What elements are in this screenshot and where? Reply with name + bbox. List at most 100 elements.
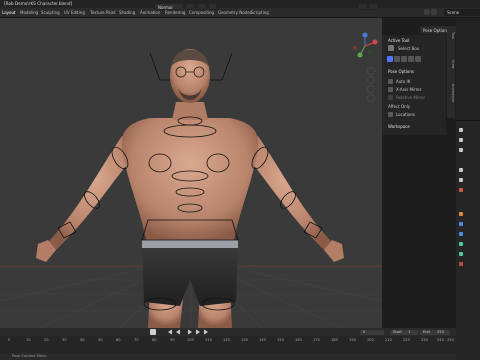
ruler-tick: 60 xyxy=(116,338,121,342)
ruler-tick: 180 xyxy=(331,338,338,342)
status-text: Pose Context Menu xyxy=(12,354,47,358)
tab-uv-editing[interactable]: UV Editing xyxy=(64,10,85,15)
object-properties-icon[interactable] xyxy=(459,212,463,216)
start-frame-field[interactable]: Start 1 xyxy=(390,330,418,335)
tab-layout[interactable]: Layout xyxy=(2,10,16,15)
tool-settings-panel: Active Tool Select Box Pose Options Auto… xyxy=(382,35,446,135)
modifier-properties-icon[interactable] xyxy=(459,222,463,226)
window-title: [Rob Demo\rKS Character.blend] xyxy=(4,1,73,6)
ruler-tick: 220 xyxy=(403,338,410,342)
jump-start-icon xyxy=(168,329,172,335)
locations-label: Locations xyxy=(396,112,416,117)
ruler-tick: 0 xyxy=(8,338,11,342)
ruler-tick: 70 xyxy=(134,338,139,342)
active-tool-heading: Active Tool xyxy=(388,38,410,43)
tab-compositing[interactable]: Compositing xyxy=(189,10,214,15)
snap-button[interactable] xyxy=(197,3,206,10)
ruler-tick: 190 xyxy=(349,338,356,342)
physics-properties-icon[interactable] xyxy=(459,232,463,236)
select-box-icon[interactable] xyxy=(388,45,394,51)
relative-mirror-checkbox[interactable] xyxy=(388,95,393,100)
side-tab-tool[interactable]: Tool xyxy=(447,32,455,39)
end-frame-field[interactable]: End 250 xyxy=(420,330,450,335)
data-properties-icon[interactable] xyxy=(459,252,463,256)
proportional-button[interactable] xyxy=(208,3,217,10)
start-label: Start xyxy=(393,330,402,334)
shading-button[interactable] xyxy=(369,3,378,10)
tab-texture-paint[interactable]: Texture Paint xyxy=(90,10,116,15)
tab-geometry-nodes[interactable]: Geometry Nodes xyxy=(218,10,252,15)
output-properties-icon[interactable] xyxy=(459,148,463,152)
shorts xyxy=(142,244,238,306)
scene-properties-icon[interactable] xyxy=(459,178,463,182)
mode-invert-icon[interactable] xyxy=(408,56,414,62)
title-bar: [Rob Demo\rKS Character.blend] xyxy=(0,0,480,8)
start-value: 1 xyxy=(408,330,411,334)
world-properties-icon[interactable] xyxy=(459,188,463,192)
pose-options-heading: Pose Options xyxy=(388,69,414,74)
waistband xyxy=(142,240,238,248)
ruler-tick: 10 xyxy=(26,338,31,342)
view-label: Normal xyxy=(158,5,173,10)
3d-viewport[interactable] xyxy=(0,18,382,328)
properties-panel[interactable] xyxy=(456,120,480,360)
mode-new-icon[interactable] xyxy=(387,56,393,62)
ruler-tick: 150 xyxy=(277,338,284,342)
ruler-tick: 240 xyxy=(437,338,444,342)
ruler-tick: 120 xyxy=(223,338,230,342)
scene-label: Scene xyxy=(447,10,460,15)
view-layer-icon[interactable] xyxy=(459,168,463,172)
ruler-tick: 50 xyxy=(98,338,103,342)
timeline-controls xyxy=(0,328,456,336)
ruler-tick: 200 xyxy=(367,338,374,342)
viewport-canvas xyxy=(0,32,382,328)
torso xyxy=(121,118,259,250)
user-icon[interactable] xyxy=(424,9,430,15)
playback-controls xyxy=(150,329,208,335)
end-value: 250 xyxy=(437,330,444,334)
relative-mirror-label: Relative Mirror xyxy=(396,95,426,100)
workspace-icons xyxy=(424,9,442,16)
mode-extend-icon[interactable] xyxy=(394,56,400,62)
select-box-label: Select Box xyxy=(398,46,420,51)
jump-end-icon xyxy=(204,329,208,335)
ruler-tick: 250 xyxy=(447,338,454,342)
tab-rendering[interactable]: Rendering xyxy=(165,10,185,15)
ruler-tick: 110 xyxy=(205,338,212,342)
render-properties-icon[interactable] xyxy=(459,138,463,142)
mode-intersect-icon[interactable] xyxy=(415,56,421,62)
tab-scripting[interactable]: Scripting xyxy=(251,10,269,15)
ruler-tick: 90 xyxy=(170,338,175,342)
ruler-tick: 160 xyxy=(295,338,302,342)
material-properties-icon[interactable] xyxy=(459,262,463,266)
current-frame-field[interactable]: 0 xyxy=(360,330,384,335)
auto-ik-checkbox[interactable] xyxy=(388,79,393,84)
view-shading-dropdown[interactable]: Normal xyxy=(154,3,184,10)
end-label: End xyxy=(423,330,430,334)
ruler-tick: 80 xyxy=(152,338,157,342)
tab-shading[interactable]: Shading xyxy=(119,10,135,15)
x-axis-mirror-label: X-Axis Mirror xyxy=(396,87,422,92)
view-toggle-button[interactable] xyxy=(186,3,195,10)
layers-icon[interactable] xyxy=(431,9,437,15)
status-bar: Pose Context Menu xyxy=(0,353,456,360)
constraint-properties-icon[interactable] xyxy=(459,242,463,246)
x-axis-mirror-checkbox[interactable] xyxy=(388,87,393,92)
mode-subtract-icon[interactable] xyxy=(401,56,407,62)
tab-modeling[interactable]: Modeling xyxy=(20,10,38,15)
ruler-tick: 30 xyxy=(62,338,67,342)
ruler-tick: 100 xyxy=(187,338,194,342)
overlay-button[interactable] xyxy=(358,3,367,10)
workspace-heading[interactable]: Workspace xyxy=(388,124,410,129)
tab-animation[interactable]: Animation xyxy=(140,10,160,15)
current-frame-value: 0 xyxy=(363,330,366,334)
side-tab-view[interactable]: View xyxy=(447,60,455,69)
tool-properties-icon[interactable] xyxy=(459,128,463,132)
locations-checkbox[interactable] xyxy=(388,112,393,117)
ruler-tick: 210 xyxy=(385,338,392,342)
scene-selector[interactable]: Scene xyxy=(444,9,480,16)
view-controls xyxy=(367,67,375,102)
next-key-icon xyxy=(196,329,200,335)
side-tab-animation[interactable]: Animation xyxy=(447,84,455,102)
tab-sculpting[interactable]: Sculpting xyxy=(41,10,60,15)
